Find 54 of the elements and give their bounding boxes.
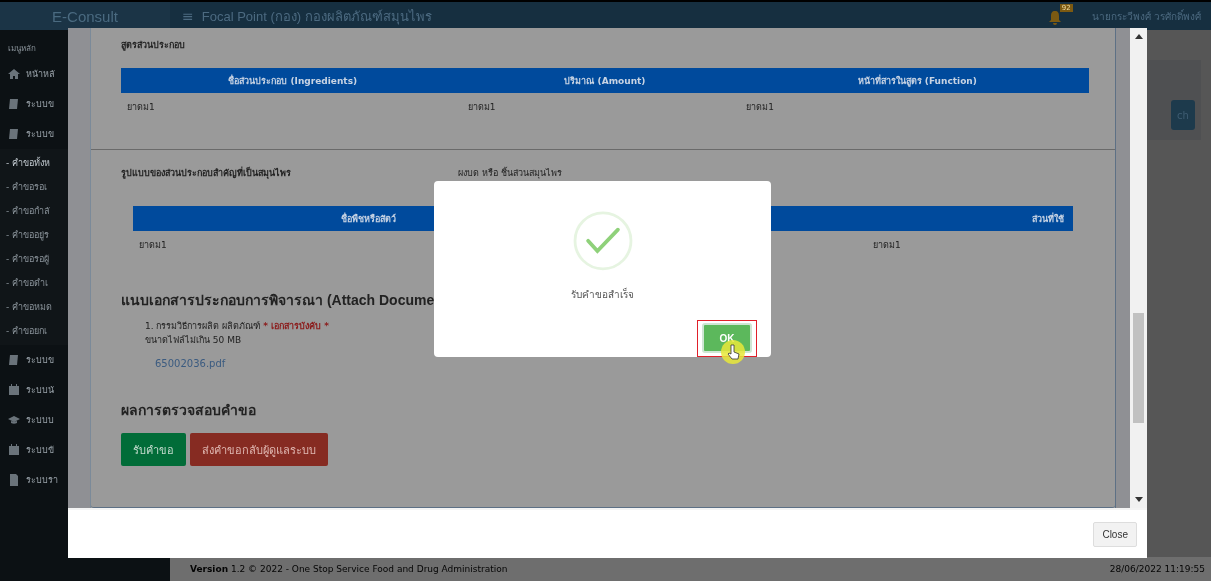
book-icon <box>8 354 20 366</box>
book-icon <box>8 98 20 110</box>
scroll-down-icon[interactable] <box>1134 497 1143 502</box>
sidebar-item[interactable]: ระบบข <box>0 89 54 119</box>
file-size-note: ขนาดไฟล์ไม่เกิน 50 MB <box>145 334 242 347</box>
bell-icon[interactable] <box>1047 10 1062 26</box>
file-icon <box>8 474 20 486</box>
return-button[interactable]: ส่งคำขอกลับผู้ดูแลระบบ <box>190 433 328 466</box>
close-button[interactable]: Close <box>1093 521 1137 547</box>
sidebar-subitem[interactable]: - คำขอดำเ <box>0 271 49 295</box>
table-cell-text: ยาดม1 <box>746 101 776 114</box>
sidebar-subitem[interactable]: - คำขอหมด <box>0 295 53 319</box>
sidebar-item[interactable]: ระบบข้ <box>0 435 54 465</box>
field-value: ผงบด หรือ ชิ้นส่วนสมุนไพร <box>458 166 562 180</box>
scrollbar[interactable] <box>1130 28 1147 508</box>
sidebar-item[interactable]: ระบบบ <box>0 405 54 435</box>
sidebar-subitem[interactable]: - คำขอรอเ <box>0 175 48 199</box>
sidebar-item[interactable]: ระบบข <box>0 345 54 375</box>
section-title: สูตรส่วนประกอบ <box>121 39 186 52</box>
sidebar-item[interactable]: ระบบรา <box>0 465 58 495</box>
column-header: ส่วนที่ใช้ <box>1031 211 1065 226</box>
page-title: Focal Point (กอง) กองผลิตภัณฑ์สมุนไพร <box>201 7 432 27</box>
version-text: Version 1.2 © 2022 - One Stop Service Food and Drug Administration <box>190 564 508 574</box>
field-label: รูปแบบของส่วนประกอบสำคัญที่เป็นสมุนไพร <box>121 166 292 180</box>
scroll-thumb[interactable] <box>1133 313 1144 423</box>
timestamp: 28/06/2022 11:19:55 <box>1109 564 1205 574</box>
table-cell-text: ยาดม1 <box>139 239 168 252</box>
document-label: 1. กรรมวิธีการผลิต ผลิตภัณฑ์ * เอกสารบังคับ * <box>145 320 329 333</box>
accept-button[interactable]: รับคำขอ <box>121 433 186 466</box>
sidebar-subitem[interactable]: - คำขอกำลั <box>0 199 51 223</box>
column-header: ชื่อส่วนประกอบ (Ingredients) <box>227 73 359 88</box>
sidebar-item[interactable]: หน้าหลั <box>0 59 55 89</box>
table-cell-text: ยาดม1 <box>127 101 156 114</box>
column-header: หน้าที่สารในสูตร (Function) <box>856 73 978 88</box>
book-icon <box>8 128 20 140</box>
scroll-up-icon[interactable] <box>1134 34 1143 39</box>
section-heading: ผลการตรวจสอบคำขอ <box>121 401 256 420</box>
home-icon <box>8 68 20 80</box>
sidebar-item[interactable]: ระบบนั <box>0 375 54 405</box>
sidebar-item[interactable]: ระบบข <box>0 119 54 149</box>
sidebar-subitem[interactable]: - คำขอยกเ <box>0 319 48 343</box>
column-header: ชื่อพืชหรือสัตว์ <box>339 211 397 226</box>
table-cell-text: ยาดม1 <box>872 239 902 252</box>
section-heading: แนบเอกสารประกอบการพิจารณา (Attach Docume <box>121 291 435 310</box>
calendar-icon <box>8 384 20 396</box>
sidebar-subitem[interactable]: - คำขอรอผู้ <box>0 247 50 271</box>
table-cell-text: ยาดม1 <box>467 101 497 114</box>
sidebar-subitem[interactable]: - คำขอทั้งห <box>0 151 51 175</box>
graduation-cap-icon <box>8 414 20 426</box>
sidebar-heading: เมนูหลัก <box>8 43 36 55</box>
sidebar-subitem[interactable]: - คำขออยู่ร <box>0 223 50 247</box>
alert-message: รับคำขอสำเร็จ <box>571 286 634 302</box>
calendar-icon <box>8 444 20 456</box>
column-header: ปริมาณ (Amount) <box>563 74 647 88</box>
